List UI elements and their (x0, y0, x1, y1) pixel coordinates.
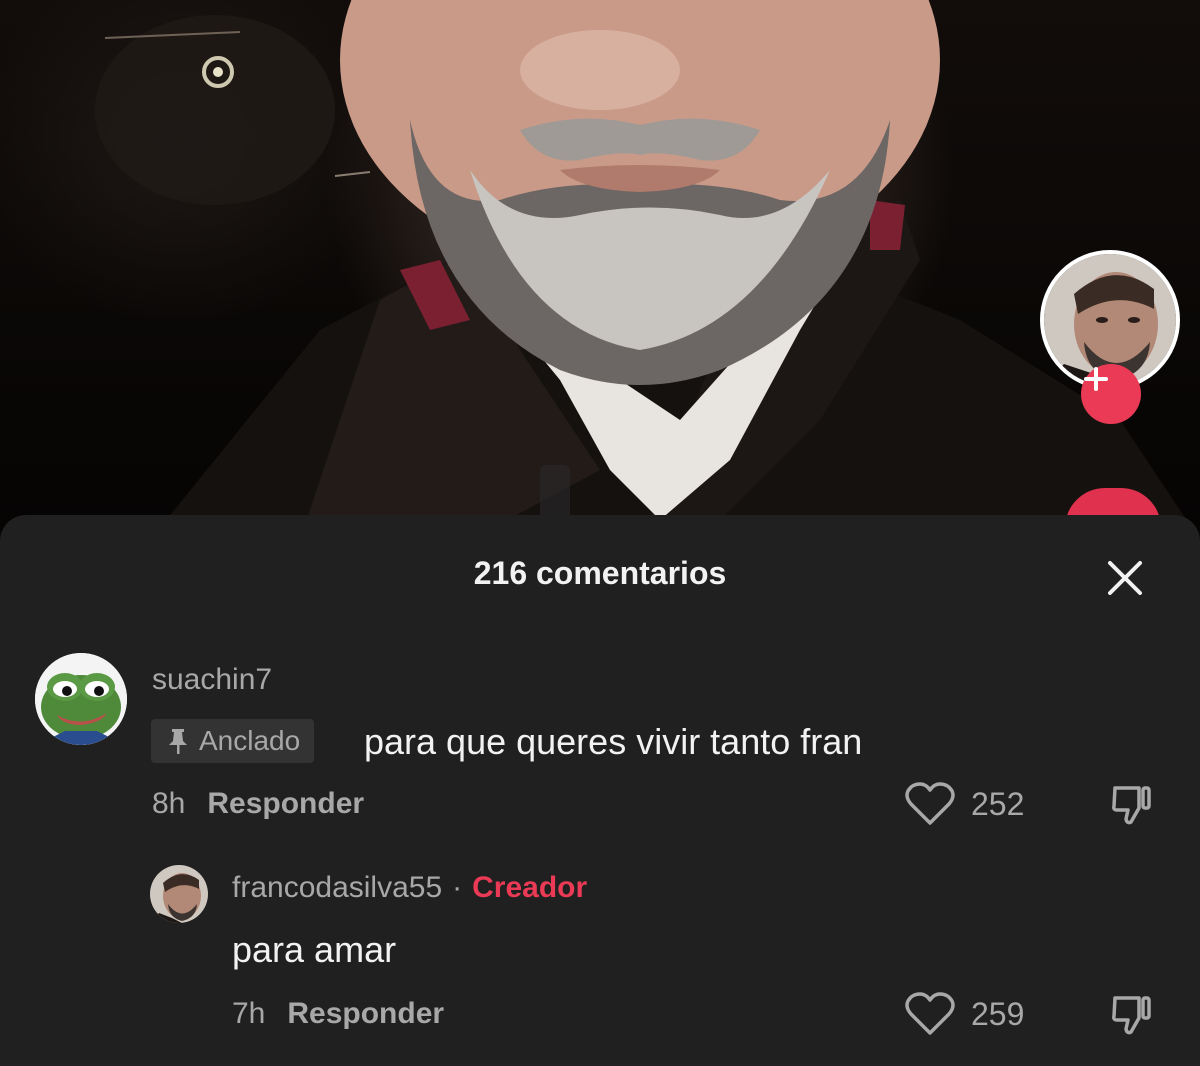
thumbs-down-icon (1112, 786, 1151, 825)
creator-badge: Creador (472, 871, 588, 904)
creator-reply-avatar[interactable] (150, 865, 208, 923)
reply-dislike-button[interactable] (1106, 989, 1158, 1041)
reply-text: para amar (232, 929, 397, 970)
reply-meta: 7h Responder (232, 997, 444, 1031)
pinned-badge: Anclado (151, 719, 315, 763)
comments-count-title: 216 comentarios (473, 555, 727, 591)
reply-time: 7h (232, 997, 266, 1030)
reply-like-group: 259 (905, 991, 1024, 1037)
heart-outline-icon (905, 782, 955, 825)
comments-sheet: 216 comentarios suachin7 Anclado para qu… (0, 515, 1200, 1066)
video-frame-illustration (95, 0, 1200, 540)
comment-meta: 8h Responder (152, 787, 364, 821)
plus-icon (1084, 367, 1108, 391)
close-icon (1108, 561, 1142, 595)
reply-username[interactable]: francodasilva55 (232, 871, 442, 904)
thumbs-down-icon (1112, 996, 1151, 1035)
pinned-label: Anclado (199, 725, 301, 756)
comment-time: 8h (152, 787, 186, 820)
separator-dot: · (452, 871, 463, 904)
tiktok-screen: 216 comentarios suachin7 Anclado para qu… (0, 0, 1200, 1066)
reply-username-line: francodasilva55 · Creador (232, 871, 587, 905)
pepe-frog-avatar-icon (35, 653, 127, 745)
close-button[interactable] (1100, 553, 1150, 603)
pin-icon (165, 727, 191, 755)
reply-like-count: 259 (971, 995, 1025, 1032)
reply-like-button[interactable] (905, 991, 955, 1037)
dislike-button[interactable] (1106, 779, 1158, 831)
reply-button[interactable]: Responder (287, 997, 444, 1030)
reply-button[interactable]: Responder (207, 787, 364, 820)
comment-username[interactable]: suachin7 (152, 663, 272, 697)
commenter-avatar[interactable] (35, 653, 127, 745)
heart-outline-icon (905, 992, 955, 1035)
follow-button[interactable] (1081, 364, 1141, 424)
creator-avatar-icon (150, 865, 208, 923)
video-player[interactable] (0, 0, 1200, 540)
comment-like-group: 252 (905, 781, 1024, 827)
comment-text: para que queres vivir tanto fran (364, 721, 863, 762)
comment-like-count: 252 (971, 785, 1025, 822)
comment-like-button[interactable] (905, 781, 955, 827)
